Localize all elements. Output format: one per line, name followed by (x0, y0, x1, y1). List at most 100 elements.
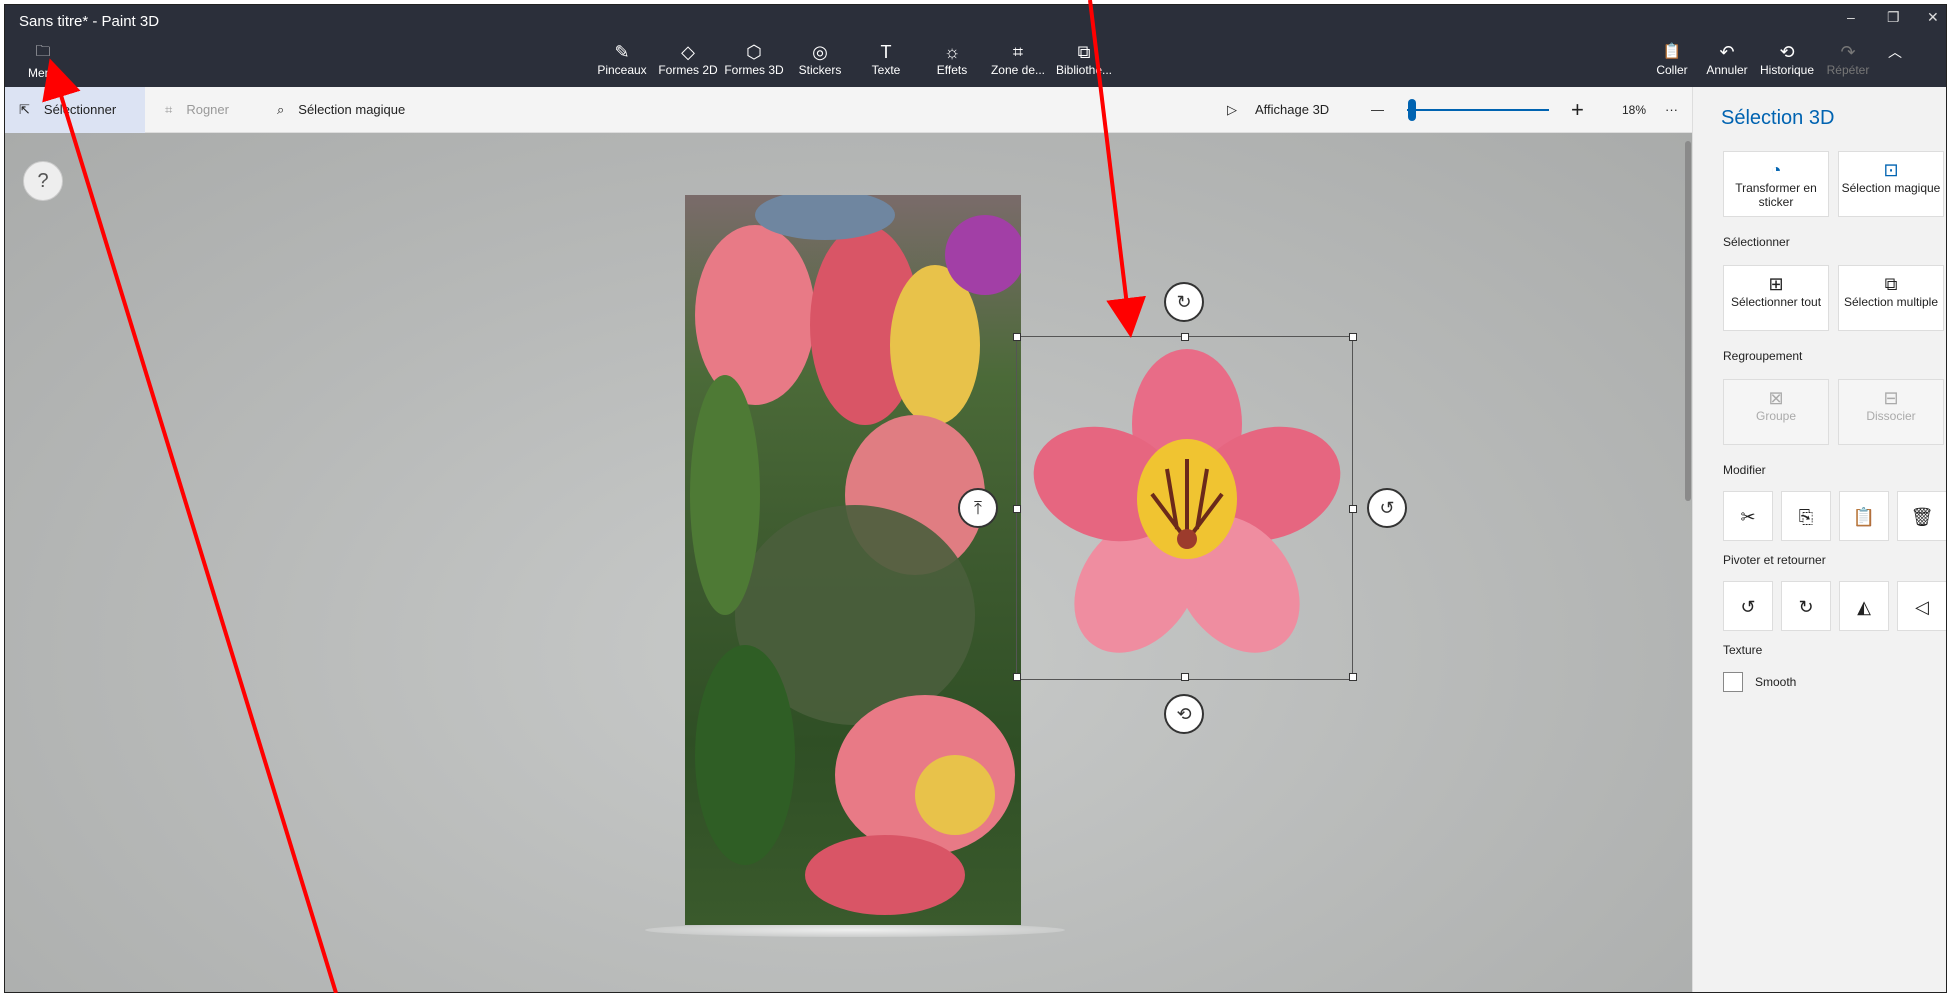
flip-horizontal-button[interactable]: ◭ (1839, 581, 1889, 631)
ribbon-label: Coller (1656, 63, 1688, 77)
magic-select-panel-button[interactable]: ⊡ Sélection magique (1838, 151, 1944, 217)
section-rotate: Pivoter et retourner (1723, 553, 1826, 567)
rotate-z-handle[interactable]: ↻ (1164, 282, 1204, 322)
select-tool-button[interactable]: ⇱ Sélectionner (5, 87, 145, 133)
magic-select-icon: ⊡ (1883, 160, 1899, 180)
magic-select-panel-label: Sélection magique (1841, 181, 1941, 195)
rotate-left-button[interactable]: ↺ (1723, 581, 1773, 631)
canvas-scrollbar[interactable] (1685, 141, 1691, 501)
zoom-slider-track[interactable] (1407, 109, 1549, 111)
resize-handle[interactable] (1013, 673, 1021, 681)
depth-handle[interactable]: ⤒ (958, 488, 998, 528)
flower-photo-art (690, 195, 1021, 915)
flower-3d-object[interactable] (1017, 337, 1354, 681)
section-group: Regroupement (1723, 349, 1803, 363)
multi-select-label: Sélection multiple (1843, 295, 1939, 309)
trash-icon: 🗑 (1910, 507, 1934, 527)
ribbon-label: Pinceaux (597, 63, 647, 77)
collapse-ribbon-button[interactable]: ︿ (1877, 41, 1913, 77)
sticker-icon: ◎ (812, 42, 828, 62)
shapes-2d-icon: ◇ (681, 42, 695, 62)
flower-photo[interactable] (685, 195, 1021, 925)
select-all-button[interactable]: ⊞ Sélectionner tout (1723, 265, 1829, 331)
ribbon-canvas-zone[interactable]: ⌗ Zone de... (985, 41, 1051, 85)
smooth-label: Smooth (1755, 675, 1797, 689)
zoom-in-button[interactable]: + (1571, 87, 1584, 133)
rotate-x-handle[interactable]: ⟲ (1164, 694, 1204, 734)
ribbon-stickers[interactable]: ◎ Stickers (787, 41, 853, 85)
ribbon-label: Annuler (1706, 63, 1748, 77)
ribbon-shapes-3d[interactable]: ⬡ Formes 3D (721, 41, 787, 85)
flip-vertical-button[interactable]: ◁ (1897, 581, 1946, 631)
ribbon-library[interactable]: ⧉ Bibliothè... (1051, 41, 1117, 85)
screenshot-frame: Sans titre* - Paint 3D – ❐ ✕ 🗀 Menu ✎ Pin… (0, 0, 1951, 993)
ribbon-effects[interactable]: ☼ Effets (919, 41, 985, 85)
library-icon: ⧉ (1077, 42, 1091, 62)
copy-icon: ⎘ (1798, 507, 1814, 527)
rotate-y-handle[interactable]: ↺ (1367, 488, 1407, 528)
resize-handle[interactable] (1181, 333, 1189, 341)
ribbon-tools: ✎ Pinceaux ◇ Formes 2D ⬡ Formes 3D ◎ Sticker… (589, 41, 1117, 85)
group-icon: ⊠ (1768, 388, 1784, 408)
sticker-icon: ◔ (1770, 160, 1782, 180)
paint3d-window: Sans titre* - Paint 3D – ❐ ✕ 🗀 Menu ✎ Pin… (4, 4, 1947, 993)
restore-button[interactable]: ❐ (1887, 9, 1900, 26)
zoom-slider-thumb[interactable] (1408, 99, 1416, 121)
rotate-left-icon: ↺ (1740, 597, 1756, 617)
resize-handle[interactable] (1013, 505, 1021, 513)
help-button[interactable]: ? (23, 161, 63, 201)
chevron-up-icon: ︿ (1888, 44, 1902, 60)
paste-button[interactable]: 📋 (1839, 491, 1889, 541)
select-all-label: Sélectionner tout (1730, 295, 1822, 309)
crop-tool-button[interactable]: ⌗ Rogner (165, 87, 229, 133)
multi-select-button[interactable]: ⧉ Sélection multiple (1838, 265, 1944, 331)
ribbon-shapes-2d[interactable]: ◇ Formes 2D (655, 41, 721, 85)
group-button[interactable]: ⊠ Groupe (1723, 379, 1829, 445)
rotate-icon: ↻ (1176, 292, 1192, 312)
text-icon: T (880, 42, 892, 62)
paste-button[interactable]: 📋 Coller (1645, 41, 1699, 77)
undo-button[interactable]: ↶ Annuler (1699, 41, 1755, 77)
resize-handle[interactable] (1013, 333, 1021, 341)
resize-handle[interactable] (1181, 673, 1189, 681)
zoom-percent[interactable]: 18% (1622, 87, 1646, 133)
menu-button[interactable]: 🗀 Menu (23, 41, 63, 81)
history-icon: ⟲ (1779, 42, 1795, 62)
smooth-checkbox[interactable] (1723, 672, 1743, 692)
ungroup-icon: ⊟ (1883, 388, 1899, 408)
select-tool-label: Sélectionner (43, 102, 117, 117)
undo-icon: ↶ (1719, 42, 1735, 62)
resize-handle[interactable] (1349, 673, 1357, 681)
ribbon-label: Formes 3D (724, 63, 784, 77)
rotate-icon: ⟲ (1176, 704, 1192, 724)
resize-handle[interactable] (1349, 333, 1357, 341)
close-button[interactable]: ✕ (1927, 9, 1939, 26)
transform-sticker-label: Transformer en sticker (1735, 181, 1817, 209)
cut-button[interactable]: ✂ (1723, 491, 1773, 541)
resize-handle[interactable] (1349, 505, 1357, 513)
paste-icon: 📋 (1662, 43, 1682, 60)
ribbon-actions: 📋 Coller ↶ Annuler ⟲ Historique ↷ Répéter ︿ (1645, 41, 1913, 77)
ribbon-brushes[interactable]: ✎ Pinceaux (589, 41, 655, 85)
section-modify: Modifier (1723, 463, 1766, 477)
minimize-button[interactable]: – (1847, 9, 1855, 25)
crop-icon: ⌗ (165, 102, 173, 117)
selection-box[interactable] (1013, 333, 1357, 681)
transform-sticker-button[interactable]: ◔ Transformer en sticker (1723, 151, 1829, 217)
more-options-button[interactable]: ··· (1665, 87, 1678, 133)
brush-icon: ✎ (614, 42, 630, 62)
section-select: Sélectionner (1723, 235, 1790, 249)
crop-icon: ⌗ (1012, 42, 1024, 62)
ungroup-button[interactable]: ⊟ Dissocier (1838, 379, 1944, 445)
ribbon-text[interactable]: T Texte (853, 41, 919, 85)
folder-icon: 🗀 (35, 43, 51, 60)
zoom-out-button[interactable]: — (1371, 87, 1384, 133)
history-button[interactable]: ⟲ Historique (1755, 41, 1819, 77)
magic-select-button[interactable]: ⌕ Sélection magique (277, 87, 405, 133)
redo-button[interactable]: ↷ Répéter (1819, 41, 1877, 77)
cube-icon: ⬡ (746, 42, 762, 62)
rotate-right-button[interactable]: ↻ (1781, 581, 1831, 631)
view-3d-button[interactable]: ▷ Affichage 3D (1227, 87, 1329, 133)
delete-button[interactable]: 🗑 (1897, 491, 1946, 541)
copy-button[interactable]: ⎘ (1781, 491, 1831, 541)
